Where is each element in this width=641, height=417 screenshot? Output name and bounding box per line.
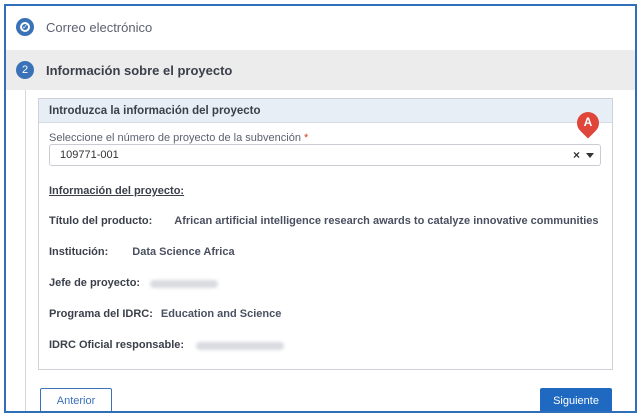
info-key: Título del producto: bbox=[49, 215, 153, 227]
info-key: Programa del IDRC: bbox=[49, 308, 153, 320]
chevron-down-icon[interactable] bbox=[586, 153, 594, 158]
project-number-select[interactable]: 109771-001 × bbox=[49, 144, 601, 166]
check-circle-icon: ✓ bbox=[16, 18, 34, 36]
step-proyecto-header[interactable]: 2 Información sobre el proyecto bbox=[6, 50, 635, 90]
project-info-panel: Introduzca la información del proyecto S… bbox=[38, 98, 613, 370]
info-row-manager: Jefe de proyecto: bbox=[49, 277, 219, 289]
required-mark: * bbox=[304, 132, 309, 144]
redacted-value bbox=[196, 342, 285, 350]
previous-button[interactable]: Anterior bbox=[40, 388, 112, 411]
panel-title: Introduzca la información del proyecto bbox=[39, 99, 612, 123]
info-value: Education and Science bbox=[160, 308, 282, 320]
info-row-program: Programa del IDRC: Education and Science bbox=[49, 308, 281, 320]
step-label: Información sobre el proyecto bbox=[46, 62, 233, 78]
info-key: Jefe de proyecto: bbox=[49, 277, 141, 289]
step-number-badge: 2 bbox=[16, 61, 34, 79]
redacted-value bbox=[150, 280, 219, 288]
annotation-marker: A bbox=[572, 107, 604, 140]
info-value: African artificial intelligence research… bbox=[174, 215, 599, 227]
info-row-title: Título del producto: African artificial … bbox=[49, 215, 599, 227]
project-number-label: Seleccione el número de proyecto de la s… bbox=[49, 132, 309, 144]
project-info-heading: Información del proyecto: bbox=[49, 185, 185, 197]
clear-icon[interactable]: × bbox=[573, 148, 580, 162]
step-guide-line bbox=[25, 90, 26, 411]
info-key: IDRC Oficial responsable: bbox=[49, 339, 185, 351]
info-row-institution: Institución: Data Science Africa bbox=[49, 246, 235, 258]
step-correo[interactable]: ✓ Correo electrónico bbox=[6, 6, 635, 48]
next-button[interactable]: Siguiente bbox=[540, 388, 612, 411]
info-key: Institución: bbox=[49, 246, 109, 258]
select-value: 109771-001 bbox=[60, 149, 119, 161]
marker-letter: A bbox=[583, 115, 593, 129]
info-value: Data Science Africa bbox=[132, 246, 235, 258]
step-label: Correo electrónico bbox=[46, 19, 153, 35]
wizard-frame: ✓ Correo electrónico 2 Información sobre… bbox=[4, 4, 637, 413]
info-row-officer: IDRC Oficial responsable: bbox=[49, 339, 285, 351]
